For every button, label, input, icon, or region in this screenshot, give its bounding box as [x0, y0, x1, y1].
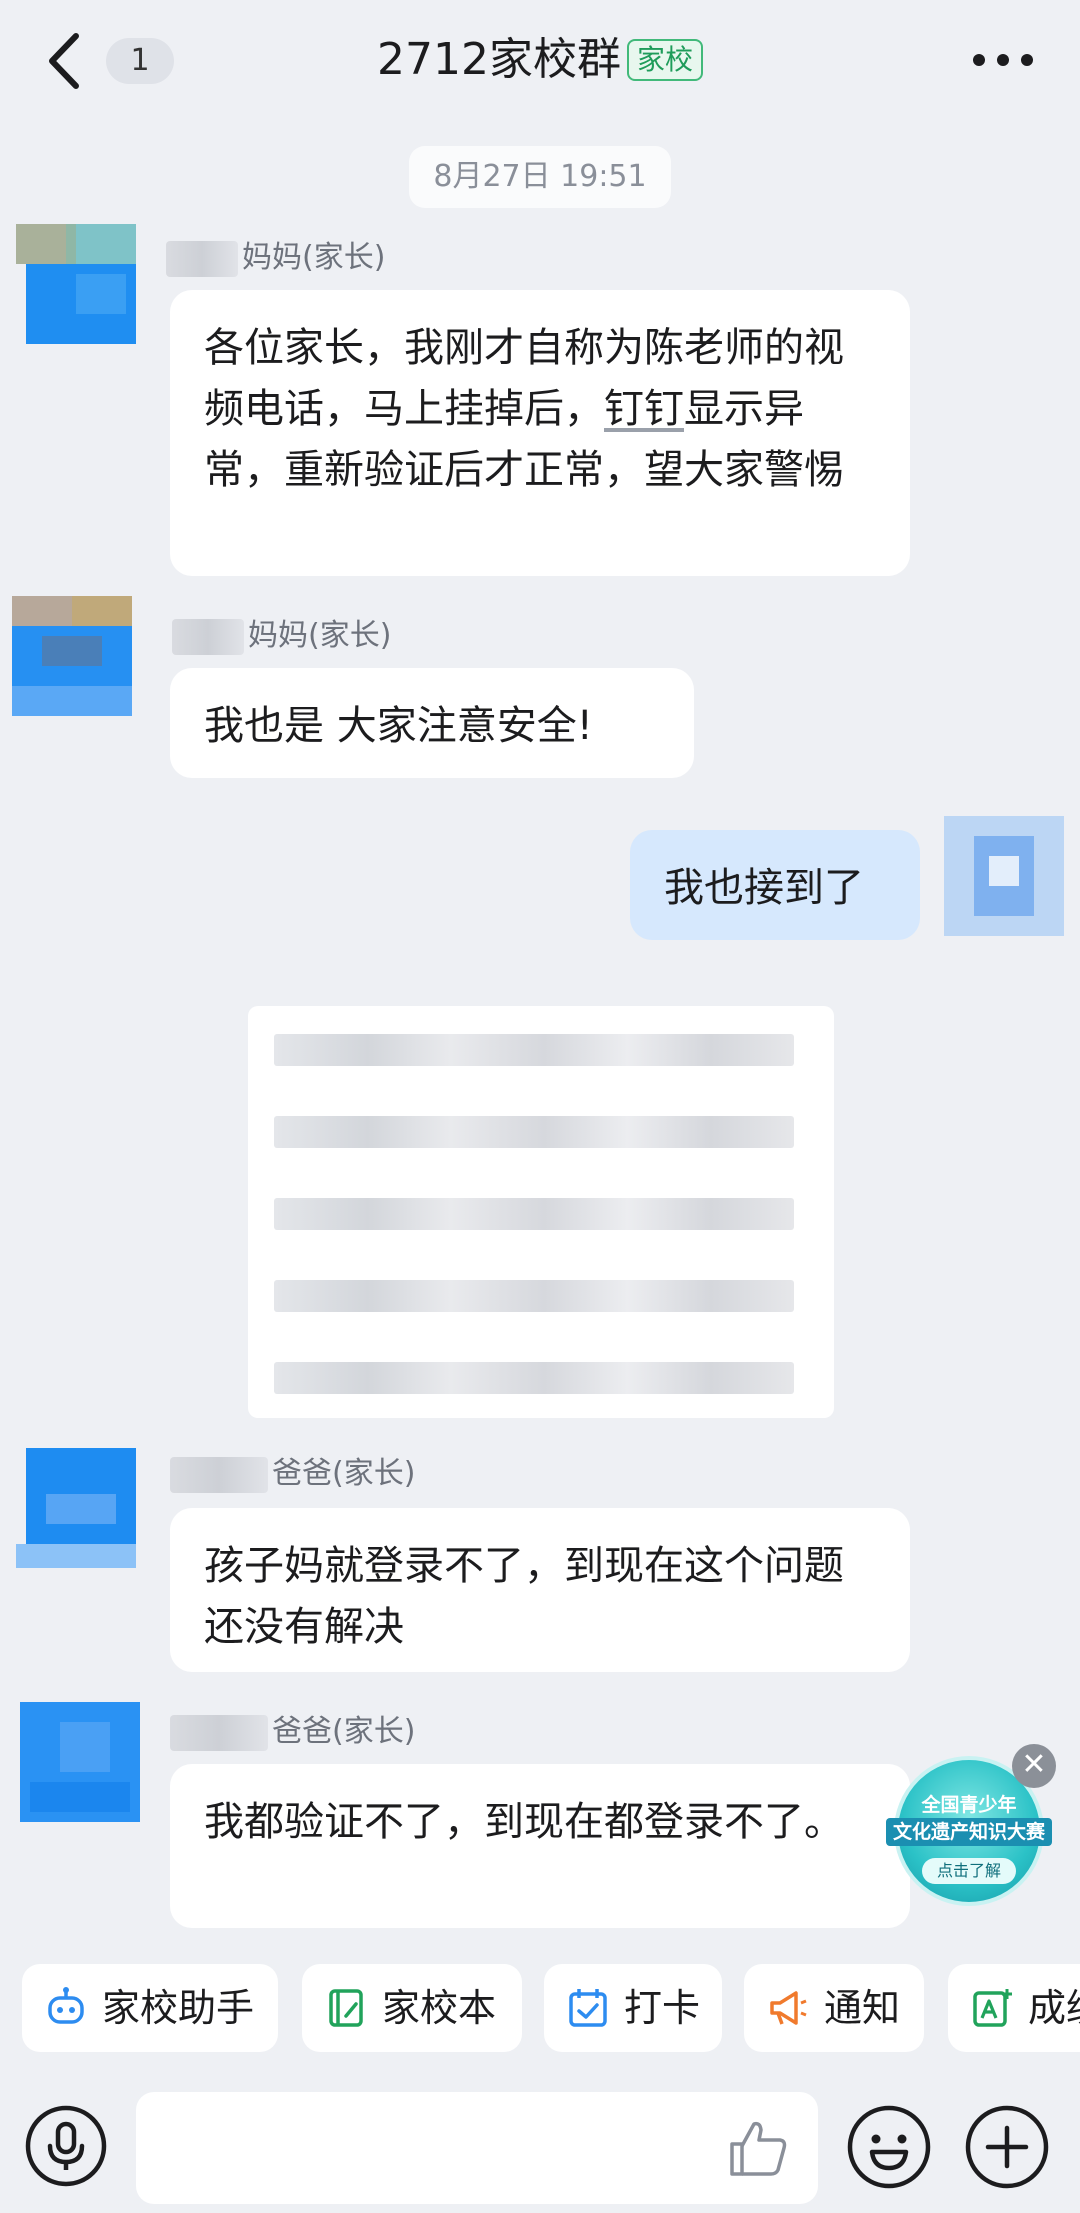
emoji-button[interactable]: [846, 2104, 932, 2190]
message-text: 我都验证不了，到现在都登录不了。: [204, 1799, 844, 1845]
avatar[interactable]: [12, 596, 132, 716]
sender-name: 妈妈(家长): [172, 614, 391, 658]
message-bubble[interactable]: 各位家长，我刚才自称为陈老师的视频电话，马上挂掉后，钉钉显示异常，重新验证后才正…: [170, 290, 910, 576]
toolbar-label: 通知: [824, 1986, 901, 2030]
self-avatar[interactable]: [944, 816, 1064, 936]
toolbar-label: 成绩: [1028, 1986, 1080, 2030]
message-bubble[interactable]: 我都验证不了，到现在都登录不了。: [170, 1764, 910, 1928]
input-bar: [0, 2076, 1080, 2213]
blurred-name: [172, 618, 244, 655]
sender-name: 爸爸(家长): [170, 1710, 415, 1754]
more-dots-icon: [973, 54, 1033, 66]
megaphone-icon: [770, 1991, 807, 2025]
toolbar-label: 家校助手: [102, 1986, 255, 2030]
plus-circle-icon: [965, 2105, 1049, 2189]
title-group: 2712家校群 家校: [0, 30, 1080, 90]
toolbar-item-notice[interactable]: 通知: [744, 1964, 924, 2052]
message-bubble[interactable]: 我也是 大家注意安全!: [170, 668, 694, 778]
thumbs-up-icon: [730, 2121, 787, 2176]
microphone-icon: [25, 2105, 107, 2187]
sender-name: 爸爸(家长): [170, 1452, 415, 1496]
dingtalk-link[interactable]: 钉钉: [604, 386, 684, 432]
chat-header: 1 2712家校群 家校: [0, 0, 1080, 122]
voice-button[interactable]: [24, 2104, 108, 2188]
robot-assistant-icon: [48, 1987, 84, 2024]
toolbar-item-assistant[interactable]: 家校助手: [22, 1964, 278, 2052]
promo-cta[interactable]: 点击了解: [922, 1858, 1016, 1884]
sender-role: 爸爸(家长): [272, 1714, 416, 1749]
toolbar-item-grade[interactable]: 成绩: [948, 1964, 1080, 2052]
like-button[interactable]: [726, 2116, 790, 2180]
sender-role: 妈妈(家长): [248, 618, 392, 653]
avatar[interactable]: [16, 224, 136, 344]
notebook-icon: [329, 1989, 363, 2027]
message-text: 我也接到了: [664, 865, 864, 911]
sender-role: 妈妈(家长): [242, 240, 386, 275]
toolbar-item-notebook[interactable]: 家校本: [302, 1964, 522, 2052]
sender-name: 妈妈(家长): [166, 236, 385, 280]
close-icon[interactable]: ✕: [1012, 1744, 1056, 1788]
group-type-tag: 家校: [626, 39, 703, 81]
message-bubble[interactable]: 孩子妈就登录不了，到现在这个问题还没有解决: [170, 1508, 910, 1672]
avatar[interactable]: [20, 1702, 140, 1822]
emoji-icon: [847, 2105, 931, 2189]
self-message-bubble[interactable]: 我也接到了: [630, 830, 920, 940]
quick-toolbar: 家校助手 家校本 打卡 通知 成绩: [0, 1962, 1080, 2062]
more-button[interactable]: [970, 42, 1036, 78]
toolbar-item-checkin[interactable]: 打卡: [544, 1964, 722, 2052]
message-input[interactable]: [136, 2092, 818, 2204]
blurred-image-message[interactable]: [248, 1006, 834, 1418]
toolbar-label: 家校本: [382, 1986, 497, 2030]
promo-line2: 文化遗产知识大赛: [886, 1818, 1052, 1846]
avatar[interactable]: [16, 1448, 136, 1568]
toolbar-label: 打卡: [624, 1986, 701, 2030]
sender-role: 爸爸(家长): [272, 1456, 416, 1491]
promo-line1: 全国青少年: [921, 1794, 1017, 1816]
blurred-name: [170, 1714, 268, 1751]
message-text: 孩子妈就登录不了，到现在这个问题还没有解决: [204, 1543, 844, 1650]
calendar-check-icon: [569, 1989, 607, 2027]
grade-icon: [973, 1989, 1012, 2027]
blurred-name: [166, 240, 238, 277]
chat-title: 2712家校群: [377, 34, 621, 85]
message-text: 我也是 大家注意安全!: [204, 703, 593, 749]
blurred-name: [170, 1456, 268, 1493]
time-divider: 8月27日 19:51: [409, 146, 671, 208]
more-actions-button[interactable]: [964, 2104, 1050, 2190]
